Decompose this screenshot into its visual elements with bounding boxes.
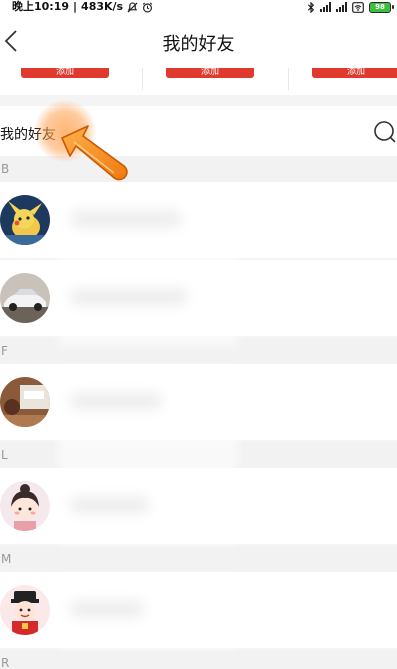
divider <box>142 68 143 90</box>
avatar-room-image <box>0 377 50 427</box>
add-friend-button[interactable]: 添加 <box>21 68 109 78</box>
avatar-cartoon-girl-image <box>0 481 50 531</box>
avatar[interactable] <box>0 585 50 635</box>
status-divider: | <box>73 0 78 13</box>
divider <box>288 68 289 90</box>
avatar-car-image <box>0 273 50 323</box>
status-time: 晚上10:19 <box>12 0 70 13</box>
battery-icon: 98 <box>369 1 394 13</box>
mute-bell-icon <box>127 1 138 13</box>
avatar-pikachu-image <box>0 195 50 245</box>
app-header: 我的好友 <box>0 14 397 68</box>
recommend-strip: 添加 添加 添加 <box>0 68 397 95</box>
network-speed: 483K/s <box>81 0 124 13</box>
index-letter: R <box>0 650 397 669</box>
privacy-blur <box>58 366 238 546</box>
add-friend-button[interactable]: 添加 <box>312 68 397 78</box>
add-friend-button[interactable]: 添加 <box>166 68 254 78</box>
avatar[interactable] <box>0 481 50 531</box>
privacy-blur <box>58 186 238 346</box>
wifi-icon <box>352 1 364 13</box>
signal-strength-icon <box>320 2 331 12</box>
status-bar: 晚上10:19 | 483K/s 98 <box>0 0 397 14</box>
search-icon[interactable] <box>373 120 397 144</box>
bluetooth-icon <box>307 1 315 13</box>
page-title: 我的好友 <box>162 34 235 55</box>
signal-strength-2-icon <box>336 2 347 12</box>
index-letter: M <box>0 546 397 572</box>
pointer-arrow-icon <box>61 125 128 181</box>
privacy-blur <box>58 574 238 650</box>
avatar-cartoon-character-image <box>0 585 50 635</box>
avatar[interactable] <box>0 195 50 245</box>
avatar[interactable] <box>0 377 50 427</box>
alarm-clock-icon <box>142 2 153 12</box>
avatar[interactable] <box>0 273 50 323</box>
